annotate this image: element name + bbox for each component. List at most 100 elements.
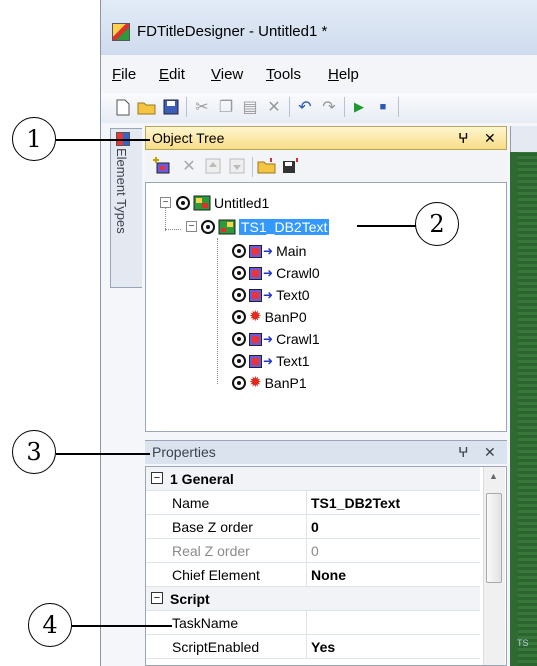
- banner-icon: ✹: [249, 308, 262, 325]
- tree-item-label: Text1: [276, 353, 310, 369]
- open-icon[interactable]: [136, 96, 158, 118]
- tree-item-label: BanP0: [264, 309, 307, 325]
- tree-item[interactable]: ➜ Text1: [232, 350, 310, 372]
- real-z-order-value: 0: [311, 543, 319, 559]
- add-element-icon[interactable]: [150, 155, 172, 177]
- property-row[interactable]: Name TS1_DB2Text: [146, 491, 480, 515]
- toolbar-separator: [289, 97, 290, 117]
- cut-icon[interactable]: ✂: [191, 96, 213, 118]
- tree-guide: [165, 205, 166, 231]
- close-icon[interactable]: ✕: [484, 130, 496, 147]
- tree-guide: [217, 238, 218, 384]
- canvas-tab[interactable]: [510, 126, 537, 152]
- close-icon[interactable]: ✕: [484, 444, 496, 461]
- callout-line: [56, 453, 150, 455]
- script-enabled-value[interactable]: Yes: [311, 639, 335, 655]
- visibility-icon[interactable]: [201, 220, 215, 234]
- callout-2: 2: [415, 202, 459, 246]
- import-icon[interactable]: [256, 155, 278, 177]
- tree-item[interactable]: ➜ Crawl0: [232, 262, 320, 284]
- tree-item[interactable]: ➜ Main: [232, 240, 306, 262]
- stop-icon[interactable]: ■: [372, 96, 394, 118]
- callout-3: 3: [12, 430, 56, 474]
- undo-icon[interactable]: ↶: [294, 96, 316, 118]
- toolbar-separator: [186, 97, 187, 117]
- category-general[interactable]: − 1 General: [146, 467, 480, 491]
- export-icon[interactable]: [280, 155, 302, 177]
- visibility-icon[interactable]: [232, 332, 246, 346]
- scene-icon: [193, 195, 211, 211]
- collapse-toggle[interactable]: −: [151, 472, 163, 484]
- tree-root-label: Untitled1: [214, 195, 270, 211]
- visibility-icon[interactable]: [232, 354, 246, 368]
- tree-item[interactable]: ➜ Crawl1: [232, 328, 320, 350]
- crawl-icon: [249, 266, 262, 280]
- menu-file[interactable]: File: [112, 66, 136, 83]
- move-up-icon[interactable]: [202, 155, 224, 177]
- tree-item-selected[interactable]: TS1_DB2Text: [201, 216, 330, 238]
- collapse-toggle[interactable]: −: [160, 197, 171, 208]
- callout-line: [357, 225, 417, 227]
- collapse-toggle[interactable]: −: [151, 592, 163, 604]
- tree-item[interactable]: ✹ BanP0: [232, 306, 307, 328]
- element-types-label: Element Types: [114, 148, 129, 234]
- toolbar-separator: [344, 97, 345, 117]
- pin-icon[interactable]: ⵖ: [458, 444, 469, 461]
- property-row[interactable]: Real Z order 0: [146, 539, 480, 563]
- canvas-corner-label: TS: [517, 638, 529, 648]
- property-row[interactable]: TaskName: [146, 611, 480, 635]
- redo-icon[interactable]: ↷: [318, 96, 340, 118]
- crawl-icon: [249, 244, 262, 258]
- delete-icon[interactable]: ✕: [263, 96, 285, 118]
- visibility-icon[interactable]: [232, 244, 246, 258]
- tree-item-label: BanP1: [264, 375, 307, 391]
- base-z-order-value[interactable]: 0: [311, 519, 319, 535]
- menu-tools[interactable]: Tools: [266, 66, 301, 83]
- play-icon[interactable]: ▶: [348, 96, 370, 118]
- window-title: FDTitleDesigner - Untitled1 *: [137, 23, 328, 40]
- property-row[interactable]: Chief Element None: [146, 563, 480, 587]
- paste-icon[interactable]: ▤: [239, 96, 261, 118]
- chief-element-value[interactable]: None: [311, 567, 346, 583]
- app-logo-icon[interactable]: [112, 23, 130, 41]
- pin-icon[interactable]: ⵖ: [458, 130, 469, 147]
- properties-title: Properties: [152, 444, 216, 460]
- menu-help[interactable]: Help: [328, 66, 359, 83]
- visibility-icon[interactable]: [232, 310, 246, 324]
- banner-icon: ✹: [249, 374, 262, 391]
- callout-1: 1: [12, 117, 56, 161]
- new-icon[interactable]: [112, 96, 134, 118]
- db-text-icon: [218, 219, 236, 235]
- scrollbar-thumb[interactable]: [486, 493, 502, 583]
- visibility-icon[interactable]: [176, 196, 190, 210]
- property-row[interactable]: ScriptEnabled Yes: [146, 635, 480, 659]
- object-tree-title: Object Tree: [152, 130, 225, 146]
- property-row[interactable]: Base Z order 0: [146, 515, 480, 539]
- callout-line: [72, 625, 172, 627]
- save-icon[interactable]: [160, 96, 182, 118]
- toolbar-separator: [398, 97, 399, 117]
- tree-item-label: Crawl1: [276, 331, 320, 347]
- menu-edit[interactable]: Edit: [159, 66, 185, 83]
- tree-item-label: Main: [276, 243, 307, 259]
- tree-item[interactable]: ➜ Text0: [232, 284, 310, 306]
- move-down-icon[interactable]: [226, 155, 248, 177]
- category-script[interactable]: − Script: [146, 587, 480, 611]
- copy-icon[interactable]: ❐: [215, 96, 237, 118]
- delete-icon[interactable]: ✕: [178, 155, 200, 177]
- crawl-icon: [249, 288, 262, 302]
- scroll-up-icon[interactable]: ▲: [489, 471, 498, 481]
- callout-4: 4: [28, 603, 72, 647]
- tree-root[interactable]: Untitled1: [176, 192, 269, 214]
- collapse-toggle[interactable]: −: [186, 221, 197, 232]
- visibility-icon[interactable]: [232, 288, 246, 302]
- crawl-icon: [249, 332, 262, 346]
- name-value[interactable]: TS1_DB2Text: [311, 495, 400, 511]
- canvas-scene[interactable]: [518, 152, 537, 666]
- tree-item-label: Text0: [276, 287, 310, 303]
- visibility-icon[interactable]: [232, 376, 246, 390]
- tree-item[interactable]: ✹ BanP1: [232, 372, 307, 394]
- visibility-icon[interactable]: [232, 266, 246, 280]
- callout-line: [56, 139, 150, 141]
- menu-view[interactable]: View: [211, 66, 243, 83]
